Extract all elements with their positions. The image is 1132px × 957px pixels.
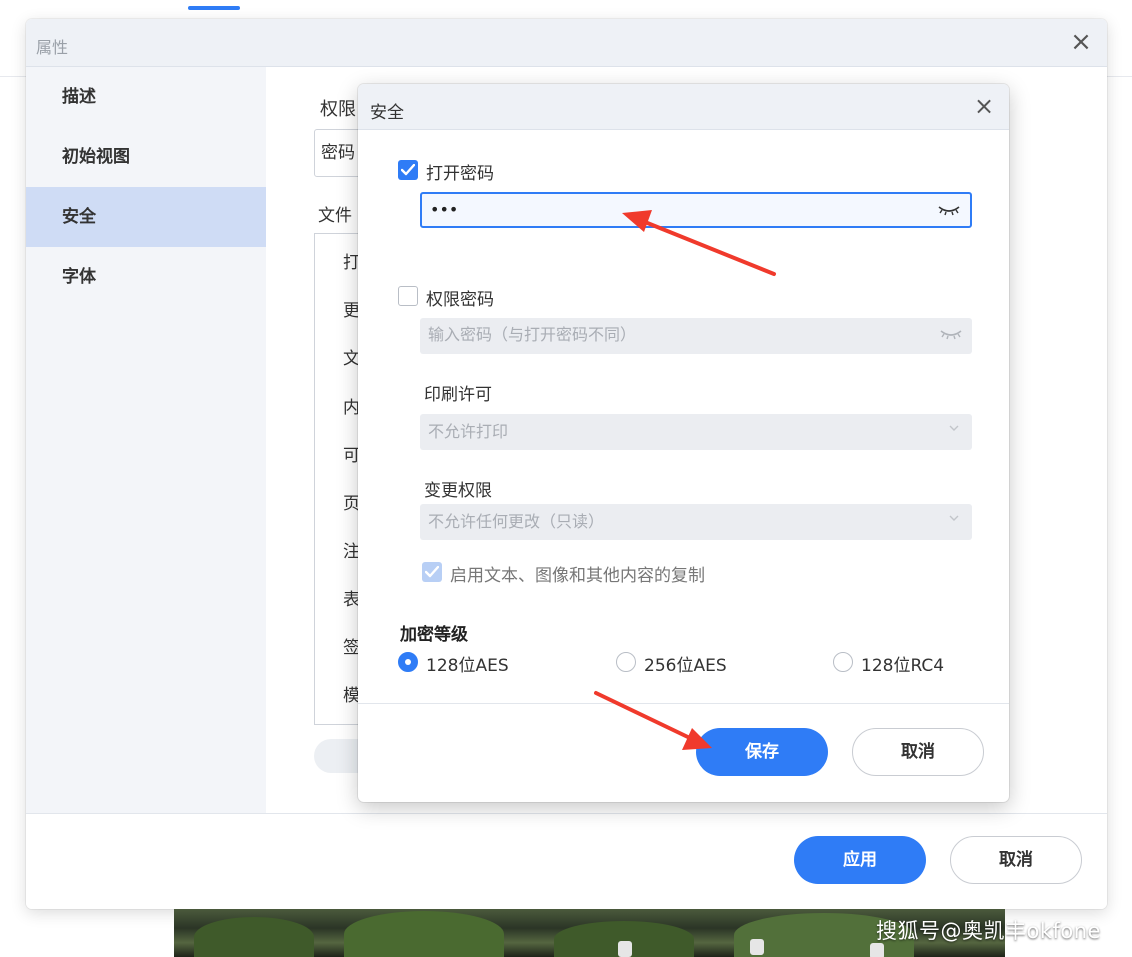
properties-sidebar: 描述 初始视图 安全 字体 bbox=[26, 67, 266, 813]
encryption-radio-256aes[interactable] bbox=[616, 652, 636, 672]
watermark-text: 搜狐号@奥凯丰okfone bbox=[876, 919, 1101, 943]
eye-closed-icon[interactable] bbox=[938, 203, 960, 217]
open-password-checkbox[interactable] bbox=[398, 160, 418, 180]
encryption-level-label: 加密等级 bbox=[400, 625, 468, 645]
encryption-radio-128rc4[interactable] bbox=[833, 652, 853, 672]
properties-titlebar: 属性 × bbox=[26, 19, 1107, 67]
print-permission-label: 印刷许可 bbox=[424, 385, 492, 405]
change-permission-label: 变更权限 bbox=[424, 481, 492, 501]
chevron-down-icon bbox=[949, 515, 959, 521]
open-password-input[interactable]: ••• bbox=[420, 192, 972, 228]
sidebar-item-description[interactable]: 描述 bbox=[26, 67, 266, 127]
check-icon bbox=[425, 566, 439, 578]
permission-password-input[interactable]: 输入密码（与打开密码不同） bbox=[420, 318, 972, 354]
security-cancel-button[interactable]: 取消 bbox=[852, 728, 984, 776]
properties-footer: 应用 取消 bbox=[26, 813, 1107, 909]
sidebar-item-security[interactable]: 安全 bbox=[26, 187, 266, 247]
background-active-tab-indicator bbox=[188, 6, 240, 10]
eye-closed-icon[interactable] bbox=[940, 327, 962, 341]
print-permission-value: 不允许打印 bbox=[428, 422, 509, 441]
security-titlebar: 安全 × bbox=[358, 84, 1009, 130]
permission-heading: 权限 bbox=[320, 99, 356, 120]
permission-password-placeholder: 输入密码（与打开密码不同） bbox=[428, 325, 637, 344]
save-button[interactable]: 保存 bbox=[696, 728, 828, 776]
print-permission-select[interactable]: 不允许打印 bbox=[420, 414, 972, 450]
apply-button[interactable]: 应用 bbox=[794, 836, 926, 884]
file-heading: 文件 bbox=[318, 206, 352, 226]
permission-password-checkbox[interactable] bbox=[398, 286, 418, 306]
change-permission-select[interactable]: 不允许任何更改（只读） bbox=[420, 504, 972, 540]
change-permission-value: 不允许任何更改（只读） bbox=[428, 512, 605, 531]
dialog-footer-divider bbox=[358, 703, 1009, 704]
sidebar-item-fonts[interactable]: 字体 bbox=[26, 247, 266, 307]
open-password-label: 打开密码 bbox=[426, 164, 494, 184]
encryption-option-label: 128位RC4 bbox=[861, 656, 945, 676]
properties-cancel-button[interactable]: 取消 bbox=[950, 836, 1082, 884]
permission-password-label: 权限密码 bbox=[426, 290, 494, 310]
chevron-down-icon bbox=[949, 425, 959, 431]
properties-close-icon[interactable]: × bbox=[1069, 29, 1093, 55]
allow-copy-label: 启用文本、图像和其他内容的复制 bbox=[450, 566, 705, 586]
encryption-radio-128aes[interactable] bbox=[398, 652, 418, 672]
security-title: 安全 bbox=[370, 103, 404, 123]
check-icon bbox=[401, 164, 415, 176]
properties-title: 属性 bbox=[36, 38, 69, 57]
sidebar-item-initial-view[interactable]: 初始视图 bbox=[26, 127, 266, 187]
allow-copy-checkbox[interactable] bbox=[422, 562, 442, 582]
encryption-option-label: 256位AES bbox=[644, 656, 727, 676]
open-password-value: ••• bbox=[430, 200, 459, 219]
security-dialog: 安全 × 打开密码 ••• 权限密码 输入密码（与打开密码不同） 印刷许可 不允… bbox=[358, 84, 1009, 802]
encryption-option-label: 128位AES bbox=[426, 656, 509, 676]
security-close-icon[interactable]: × bbox=[973, 94, 995, 118]
